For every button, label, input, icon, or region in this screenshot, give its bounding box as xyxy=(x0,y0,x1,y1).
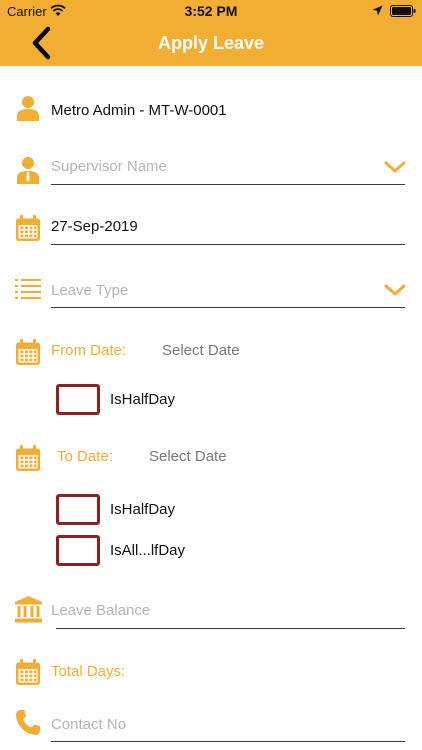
calendar-icon xyxy=(16,659,40,685)
date-underline xyxy=(51,244,405,245)
employee-name: Metro Admin - MT-W-0001 xyxy=(51,102,227,119)
from-date-label: From Date: xyxy=(51,342,127,359)
to-date-label: To Date: xyxy=(57,448,113,465)
to-date-picker[interactable]: Select Date xyxy=(149,448,227,465)
from-date-picker[interactable]: Select Date xyxy=(162,342,240,359)
user-icon xyxy=(17,96,39,121)
to-half-day-checkbox[interactable] xyxy=(56,494,100,525)
status-time: 3:52 PM xyxy=(184,3,238,19)
leave-balance-field: Leave Balance xyxy=(51,602,151,619)
from-half-day-label: IsHalfDay xyxy=(110,391,176,408)
leave-type-field[interactable]: Leave Type xyxy=(51,282,128,300)
location-arrow-icon xyxy=(372,5,383,16)
status-bar: Carrier 3:52 PM xyxy=(0,0,422,22)
total-days-label: Total Days: xyxy=(51,663,126,680)
supervisor-icon xyxy=(17,157,39,184)
calendar-icon xyxy=(16,445,40,471)
supervisor-underline xyxy=(51,184,405,185)
battery-icon xyxy=(390,5,416,17)
page-title: Apply Leave xyxy=(157,33,265,53)
chevron-down-icon[interactable] xyxy=(384,283,406,297)
all-half-day-label: IsAll...lfDay xyxy=(110,542,186,559)
chevron-down-icon[interactable] xyxy=(384,160,406,174)
app-header: Carrier 3:52 PM Apply Leave xyxy=(0,0,422,66)
application-date: 27-Sep-2019 xyxy=(51,218,138,235)
contact-underline xyxy=(51,741,405,742)
phone-icon xyxy=(16,710,40,735)
from-half-day-checkbox[interactable] xyxy=(56,384,100,415)
to-half-day-label: IsHalfDay xyxy=(110,501,176,518)
all-half-day-checkbox[interactable] xyxy=(56,535,100,566)
list-icon xyxy=(15,279,41,299)
leave-type-underline xyxy=(51,307,405,308)
bank-icon xyxy=(15,596,42,623)
calendar-icon xyxy=(16,339,40,365)
supervisor-name-field[interactable]: Supervisor Name xyxy=(51,158,167,176)
leave-balance-underline xyxy=(56,628,405,629)
calendar-icon xyxy=(16,215,40,241)
contact-number-field[interactable]: Contact No xyxy=(51,716,126,734)
